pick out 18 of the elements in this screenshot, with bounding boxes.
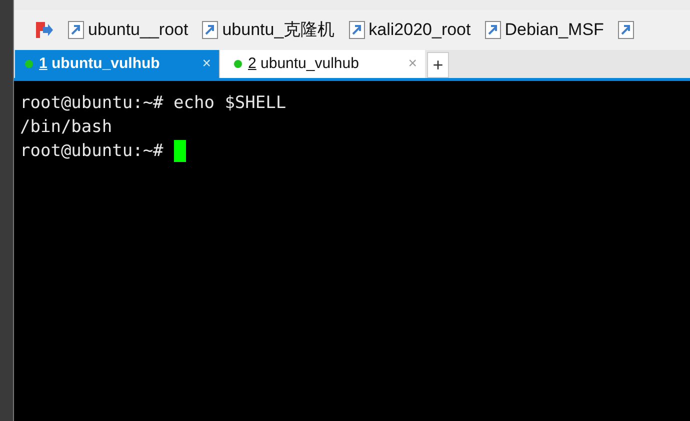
new-tab-button[interactable]: + — [427, 52, 449, 78]
terminal-line: root@ubuntu:~# — [20, 140, 164, 163]
shortcut-icon — [618, 21, 634, 39]
bookmark-item[interactable]: ubuntu__root — [68, 17, 188, 43]
tab-label: 2 ubuntu_vulhub — [248, 54, 360, 74]
shortcut-icon — [348, 21, 365, 39]
shortcut-icon — [484, 21, 501, 39]
terminal-line: /bin/bash — [20, 116, 112, 139]
tab[interactable]: 2 ubuntu_vulhub × — [219, 50, 425, 78]
tab[interactable]: 1 ubuntu_vulhub × — [15, 50, 219, 78]
terminal-line: root@ubuntu:~# echo $SHELL — [20, 92, 286, 115]
bookmark-item[interactable]: Debian_MSF — [484, 17, 604, 43]
bookmark-item[interactable]: kali2020_root — [348, 17, 471, 43]
tab-label: 1 ubuntu_vulhub — [39, 54, 161, 74]
shortcut-icon — [202, 21, 218, 39]
flag-arrow-icon — [34, 21, 54, 39]
bookmark-item[interactable]: ubuntu_克隆机 — [202, 17, 335, 43]
shortcut-icon — [68, 21, 84, 39]
